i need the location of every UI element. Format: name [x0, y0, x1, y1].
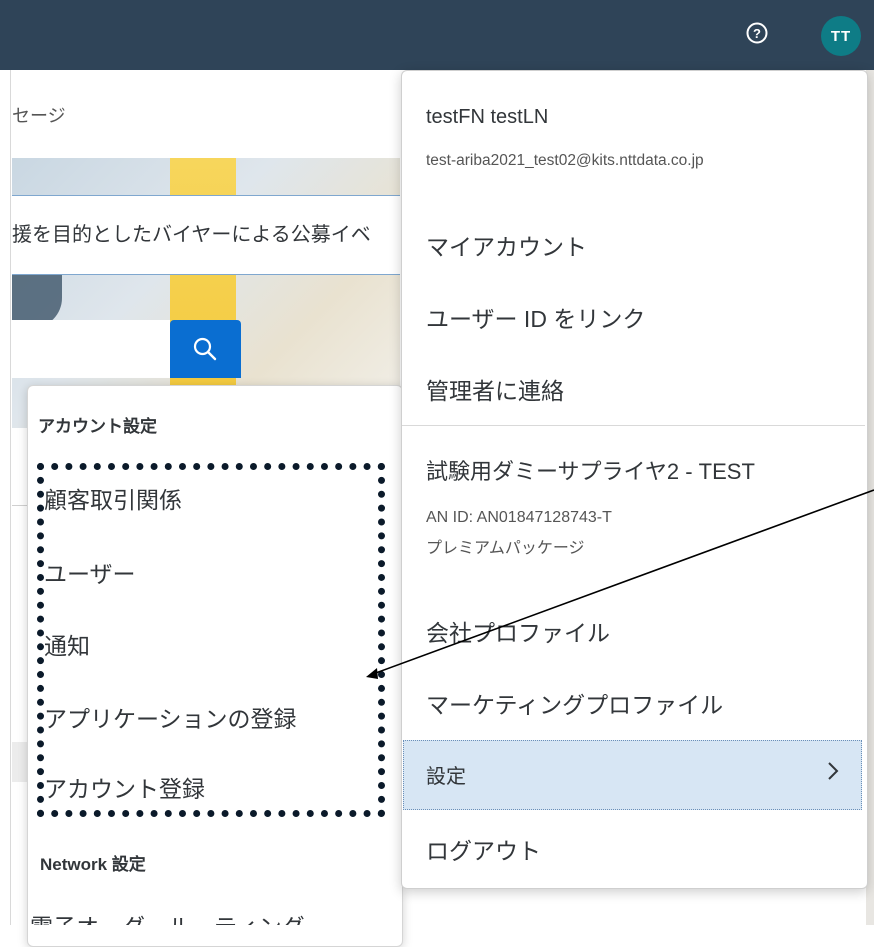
menu-item-link-user-id[interactable]: ユーザー ID をリンク	[426, 300, 645, 334]
user-email: test-ariba2021_test02@kits.nttdata.co.jp	[426, 152, 704, 169]
menu-item-my-account[interactable]: マイアカウント	[426, 228, 587, 262]
menu-separator	[402, 425, 865, 426]
banner-headline[interactable]: 援を目的としたバイヤーによる公募イベ	[12, 195, 400, 275]
menu-item-marketing-profile[interactable]: マーケティングプロファイル	[426, 686, 723, 720]
user-full-name: testFN testLN	[426, 106, 549, 128]
shell-bar	[0, 0, 874, 70]
menu-item-settings[interactable]	[403, 740, 862, 810]
network-settings-heading: Network 設定	[40, 855, 146, 874]
menu-item-contact-admin[interactable]: 管理者に連絡	[426, 372, 564, 406]
help-circle-icon[interactable]: ?	[746, 22, 768, 44]
menu-item-logout[interactable]: ログアウト	[426, 832, 541, 866]
svg-text:?: ?	[753, 26, 761, 41]
annotation-highlight-box	[37, 463, 385, 817]
account-settings-heading: アカウント設定	[38, 417, 157, 436]
page-background	[0, 70, 11, 925]
tab-messages[interactable]: セージ	[12, 102, 66, 128]
search-button[interactable]	[170, 320, 241, 378]
chevron-right-icon	[828, 762, 839, 780]
package-name: プレミアムパッケージ	[426, 540, 585, 557]
an-id: AN ID: AN01847128743-T	[426, 509, 612, 526]
menu-item-company-profile[interactable]: 会社プロファイル	[426, 614, 610, 648]
user-avatar-button[interactable]: TT	[821, 16, 861, 56]
search-icon	[193, 337, 217, 361]
company-name: 試験用ダミーサプライヤ2 - TEST	[426, 459, 755, 484]
menu-item-settings-label: 設定	[426, 766, 466, 788]
submenu-item-order-routing[interactable]: 電子オーダールーティング	[30, 908, 305, 925]
search-input[interactable]	[12, 320, 170, 378]
